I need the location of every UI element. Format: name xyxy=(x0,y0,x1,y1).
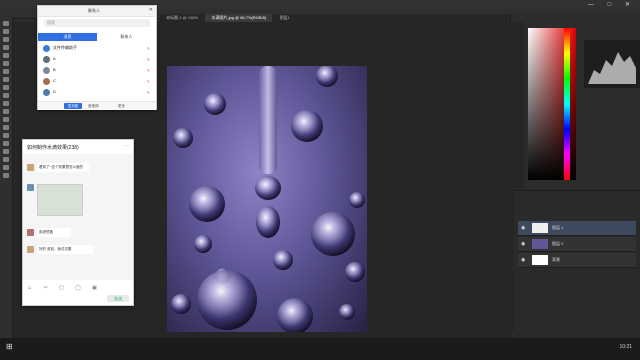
eraser-icon[interactable] xyxy=(3,101,9,106)
window-controls[interactable]: — □ ✕ xyxy=(588,1,636,8)
eyedropper-icon[interactable] xyxy=(3,61,9,66)
contact-name: 文件传输助手 xyxy=(53,45,77,50)
contacts-footer: 发消息 音视频 更多 xyxy=(38,101,156,110)
search-input[interactable]: 搜索 xyxy=(44,19,150,27)
contacts-window: 联系人 ✕ 搜索 消息 联系人 文件传输助手 ✎ A ✎ B ✎ C ✎ D ✎… xyxy=(37,5,157,110)
layers-panel: ◉ 图层 1 ◉ 图层 0 ◉ 背景 xyxy=(514,190,640,339)
dodge-tool-icon[interactable] xyxy=(3,125,9,130)
message-bubble: 看到了~这个效果是怎么做的 xyxy=(37,163,89,172)
document-tab[interactable]: 未标题-1 @ 100% xyxy=(160,14,204,22)
layer-thumbnail xyxy=(532,223,548,233)
pin-icon[interactable]: ✎ xyxy=(147,46,150,51)
avatar xyxy=(43,45,50,52)
magic-wand-icon[interactable] xyxy=(3,45,9,50)
message-list: 看到了~这个效果是怎么做的 用滤镜做 好的 收到，我试试看 xyxy=(23,154,133,280)
contact-name: C xyxy=(53,78,56,83)
tools-panel xyxy=(0,18,13,338)
group-chat-window: 如何制作水滴效果(238) ⋯ 看到了~这个效果是怎么做的 用滤镜做 好的 收到… xyxy=(22,139,134,306)
move-tool-icon[interactable] xyxy=(3,21,9,26)
contacts-titlebar: 联系人 ✕ xyxy=(38,6,156,17)
message-bubble: 好的 收到，我试试看 xyxy=(37,245,93,254)
gradient-tool-icon[interactable] xyxy=(3,109,9,114)
tab-messages[interactable]: 消息 xyxy=(38,33,97,41)
lasso-tool-icon[interactable] xyxy=(3,37,9,42)
avatar xyxy=(27,229,34,236)
water-drops-image xyxy=(171,66,365,332)
footer-link[interactable]: 更多 xyxy=(118,103,125,109)
healing-brush-icon[interactable] xyxy=(3,69,9,74)
layer-thumbnail xyxy=(532,239,548,249)
close-icon[interactable]: ✕ xyxy=(149,7,153,13)
contacts-title: 联系人 xyxy=(88,8,100,13)
layer-row[interactable]: ◉ 图层 1 xyxy=(518,221,636,236)
layer-name: 背景 xyxy=(552,257,560,262)
contact-name: A xyxy=(53,56,56,61)
avatar xyxy=(43,89,50,96)
eye-icon[interactable]: ◉ xyxy=(521,225,525,231)
contact-row[interactable]: B ✎ xyxy=(41,66,153,76)
marquee-tool-icon[interactable] xyxy=(3,29,9,34)
document-tab-active[interactable]: 水滴图片.jpg @ 66.7%(RGB/8) xyxy=(205,14,273,22)
contact-name: D xyxy=(53,89,56,94)
pen-tool-icon[interactable] xyxy=(3,133,9,138)
layer-name: 图层 0 xyxy=(552,241,564,246)
tab-contacts[interactable]: 联系人 xyxy=(97,33,156,41)
contact-row[interactable]: D ✎ xyxy=(41,88,153,98)
avatar xyxy=(27,246,34,253)
clock: 10:21 xyxy=(619,344,632,350)
pin-icon[interactable]: ✎ xyxy=(147,57,150,62)
avatar xyxy=(43,56,50,63)
avatar xyxy=(27,164,34,171)
avatar xyxy=(43,78,50,85)
contact-row[interactable]: A ✎ xyxy=(41,55,153,65)
eye-icon[interactable]: ◉ xyxy=(521,257,525,263)
shape-tool-icon[interactable] xyxy=(3,157,9,162)
eye-icon[interactable]: ◉ xyxy=(521,241,525,247)
contact-name: B xyxy=(53,67,56,72)
document-tabs: 未标题-1 @ 100% 水滴图片.jpg @ 66.7%(RGB/8) 图层1 xyxy=(160,14,510,22)
avatar xyxy=(27,184,34,191)
layer-thumbnail xyxy=(532,255,548,265)
contact-row[interactable]: 文件传输助手 ✎ xyxy=(41,44,153,54)
hue-slider[interactable] xyxy=(564,28,570,180)
layer-row[interactable]: ◉ 背景 xyxy=(518,253,636,268)
blur-tool-icon[interactable] xyxy=(3,117,9,122)
pin-icon[interactable]: ✎ xyxy=(147,90,150,95)
taskbar: ⊞ 10:21 xyxy=(0,338,640,360)
chat-title: 如何制作水滴效果(238) xyxy=(27,145,79,151)
shared-image[interactable] xyxy=(37,184,83,216)
layer-row[interactable]: ◉ 图层 0 xyxy=(518,237,636,252)
crop-tool-icon[interactable] xyxy=(3,53,9,58)
message-bubble: 用滤镜做 xyxy=(37,228,71,237)
brush-tool-icon[interactable] xyxy=(3,77,9,82)
pin-icon[interactable]: ✎ xyxy=(147,79,150,84)
start-icon[interactable]: ⊞ xyxy=(6,342,13,351)
send-message-button[interactable]: 发消息 xyxy=(64,103,82,109)
document-tab[interactable]: 图层1 xyxy=(274,14,296,22)
contacts-tabs: 消息 联系人 xyxy=(38,33,156,41)
document-canvas[interactable] xyxy=(167,66,367,332)
zoom-tool-icon[interactable] xyxy=(3,173,9,178)
pin-icon[interactable]: ✎ xyxy=(147,68,150,73)
avatar xyxy=(43,67,50,74)
histogram-panel xyxy=(584,40,640,88)
layer-name: 图层 1 xyxy=(552,225,564,230)
clone-stamp-icon[interactable] xyxy=(3,85,9,90)
footer-link[interactable]: 音视频 xyxy=(88,103,99,109)
hand-tool-icon[interactable] xyxy=(3,165,9,170)
contact-row[interactable]: C ✎ xyxy=(41,77,153,87)
send-button[interactable]: 发送 xyxy=(107,295,129,302)
type-tool-icon[interactable] xyxy=(3,141,9,146)
more-icon[interactable]: ⋯ xyxy=(125,143,130,149)
history-brush-icon[interactable] xyxy=(3,93,9,98)
chat-toolbar-icons[interactable]: ☺ ✂ ▢ ◯ ▣ xyxy=(27,285,102,291)
histogram-graph xyxy=(588,52,636,84)
path-select-icon[interactable] xyxy=(3,149,9,154)
